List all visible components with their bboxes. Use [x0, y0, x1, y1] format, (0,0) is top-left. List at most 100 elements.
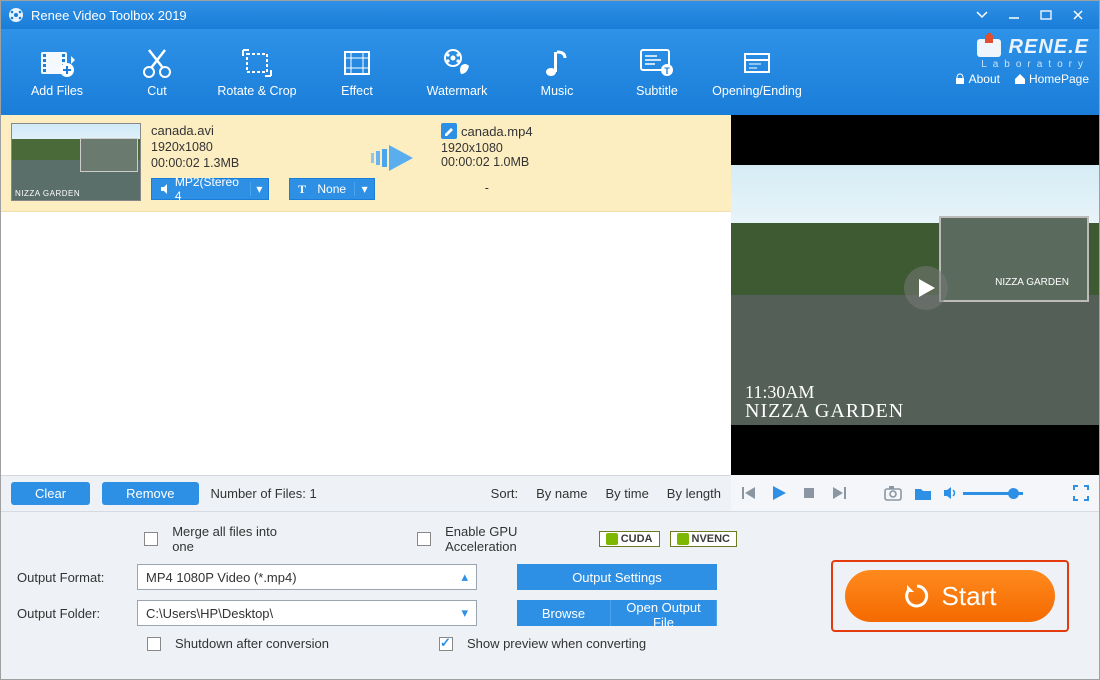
open-folder-button[interactable] [913, 483, 933, 503]
toolbar-cut[interactable]: Cut [107, 32, 207, 112]
fullscreen-button[interactable] [1071, 483, 1091, 503]
refresh-icon [904, 583, 930, 609]
output-folder-combo[interactable]: C:\Users\HP\Desktop\ ▾ [137, 600, 477, 626]
app-title: Renee Video Toolbox 2019 [31, 8, 187, 23]
minimize-icon[interactable] [999, 5, 1029, 25]
gpu-label: Enable GPU Acceleration [445, 524, 589, 554]
start-highlight: Start [831, 560, 1069, 632]
close-icon[interactable] [1063, 5, 1093, 25]
toolbar-subtitle[interactable]: T Subtitle [607, 32, 707, 112]
speaker-icon [160, 184, 171, 194]
app-icon [7, 6, 25, 24]
clear-button[interactable]: Clear [11, 482, 90, 505]
preview-controls [731, 475, 1099, 511]
crop-icon [239, 46, 275, 80]
toolbar-label: Cut [147, 84, 166, 98]
source-filename: canada.avi [151, 123, 351, 138]
home-icon [1014, 73, 1026, 85]
homepage-link[interactable]: HomePage [1014, 72, 1089, 86]
toolbar-opening-ending[interactable]: Opening/Ending [707, 32, 807, 112]
watermark-icon [439, 46, 475, 80]
toolbar-add-files[interactable]: Add Files [7, 32, 107, 112]
preview-panel: NIZZA GARDEN 11:30AM NIZZA GARDEN [731, 115, 1099, 475]
toolbar-label: Effect [341, 84, 373, 98]
file-item[interactable]: NIZZA GARDEN canada.avi 1920x1080 00:00:… [1, 115, 731, 212]
toolbar-label: Music [541, 84, 574, 98]
volume-control[interactable] [943, 486, 1023, 500]
remove-button[interactable]: Remove [102, 482, 198, 505]
brand-area: RENE.E Laboratory About HomePage [944, 29, 1099, 90]
stop-button[interactable] [799, 483, 819, 503]
show-preview-label: Show preview when converting [467, 636, 646, 651]
shutdown-label: Shutdown after conversion [175, 636, 329, 651]
film-add-icon [37, 46, 77, 80]
sort-by-time[interactable]: By time [605, 486, 648, 501]
output-folder-label: Output Folder: [17, 606, 127, 621]
file-count: Number of Files: 1 [211, 486, 317, 501]
output-settings-button[interactable]: Output Settings [517, 564, 717, 590]
merge-checkbox[interactable] [144, 532, 158, 546]
start-button[interactable]: Start [845, 570, 1055, 622]
show-preview-checkbox[interactable] [439, 637, 453, 651]
about-link[interactable]: About [954, 72, 1000, 86]
play-overlay-button[interactable] [904, 266, 948, 310]
output-resolution: 1920x1080 [441, 141, 533, 155]
browse-button[interactable]: Browse [517, 600, 611, 626]
brand-logo-icon [975, 33, 1003, 61]
audio-track-picker[interactable]: MP2(Stereo 4 ▾ [151, 178, 269, 200]
toolbar: Add Files Cut Rotate & Crop Effect Water… [1, 29, 1099, 115]
toolbar-label: Opening/Ending [712, 84, 802, 98]
sort-by-length[interactable]: By length [667, 486, 721, 501]
opening-icon [739, 46, 775, 80]
output-filename: canada.mp4 [441, 123, 533, 139]
toolbar-effect[interactable]: Effect [307, 32, 407, 112]
toolbar-rotate-crop[interactable]: Rotate & Crop [207, 32, 307, 112]
play-button[interactable] [769, 483, 789, 503]
chevron-up-icon: ▴ [461, 569, 468, 585]
sort-label: Sort: [491, 486, 518, 501]
merge-label: Merge all files into one [172, 524, 299, 554]
prev-button[interactable] [739, 483, 759, 503]
preview-pip [939, 216, 1089, 302]
toolbar-label: Subtitle [636, 84, 678, 98]
menu-dropdown-icon[interactable] [967, 5, 997, 25]
edit-icon[interactable] [441, 123, 457, 139]
chevron-down-icon[interactable]: ▾ [250, 182, 268, 196]
nvenc-badge: NVENC [670, 531, 738, 547]
convert-arrow-icon [361, 123, 431, 201]
output-extra: - [441, 181, 533, 195]
volume-icon [943, 486, 959, 500]
cuda-badge: CUDA [599, 531, 660, 547]
output-format-label: Output Format: [17, 570, 127, 585]
lock-icon [954, 73, 966, 85]
next-button[interactable] [829, 483, 849, 503]
toolbar-label: Rotate & Crop [217, 84, 296, 98]
output-meta: 00:00:02 1.0MB [441, 155, 533, 169]
source-meta: 00:00:02 1.3MB [151, 156, 351, 170]
music-icon [539, 46, 575, 80]
svg-text:T: T [664, 66, 670, 76]
preview-title-overlay: NIZZA GARDEN [745, 400, 904, 423]
effect-icon [339, 46, 375, 80]
titlebar: Renee Video Toolbox 2019 [1, 1, 1099, 29]
toolbar-watermark[interactable]: Watermark [407, 32, 507, 112]
bottom-panel: Merge all files into one Enable GPU Acce… [1, 511, 1099, 679]
volume-slider[interactable] [963, 492, 1023, 495]
open-output-button[interactable]: Open Output File [611, 600, 717, 626]
sort-by-name[interactable]: By name [536, 486, 587, 501]
snapshot-button[interactable] [883, 483, 903, 503]
source-resolution: 1920x1080 [151, 140, 351, 154]
toolbar-label: Add Files [31, 84, 83, 98]
toolbar-music[interactable]: Music [507, 32, 607, 112]
gpu-checkbox[interactable] [417, 532, 431, 546]
shutdown-checkbox[interactable] [147, 637, 161, 651]
scissors-icon [139, 46, 175, 80]
output-format-combo[interactable]: MP4 1080P Video (*.mp4) ▴ [137, 564, 477, 590]
subtitle-icon: T [637, 46, 677, 80]
toolbar-label: Watermark [427, 84, 488, 98]
file-thumbnail: NIZZA GARDEN [11, 123, 141, 201]
maximize-icon[interactable] [1031, 5, 1061, 25]
list-control-bar: Clear Remove Number of Files: 1 Sort: By… [1, 475, 731, 511]
chevron-down-icon: ▾ [461, 605, 468, 621]
file-list: NIZZA GARDEN canada.avi 1920x1080 00:00:… [1, 115, 731, 475]
